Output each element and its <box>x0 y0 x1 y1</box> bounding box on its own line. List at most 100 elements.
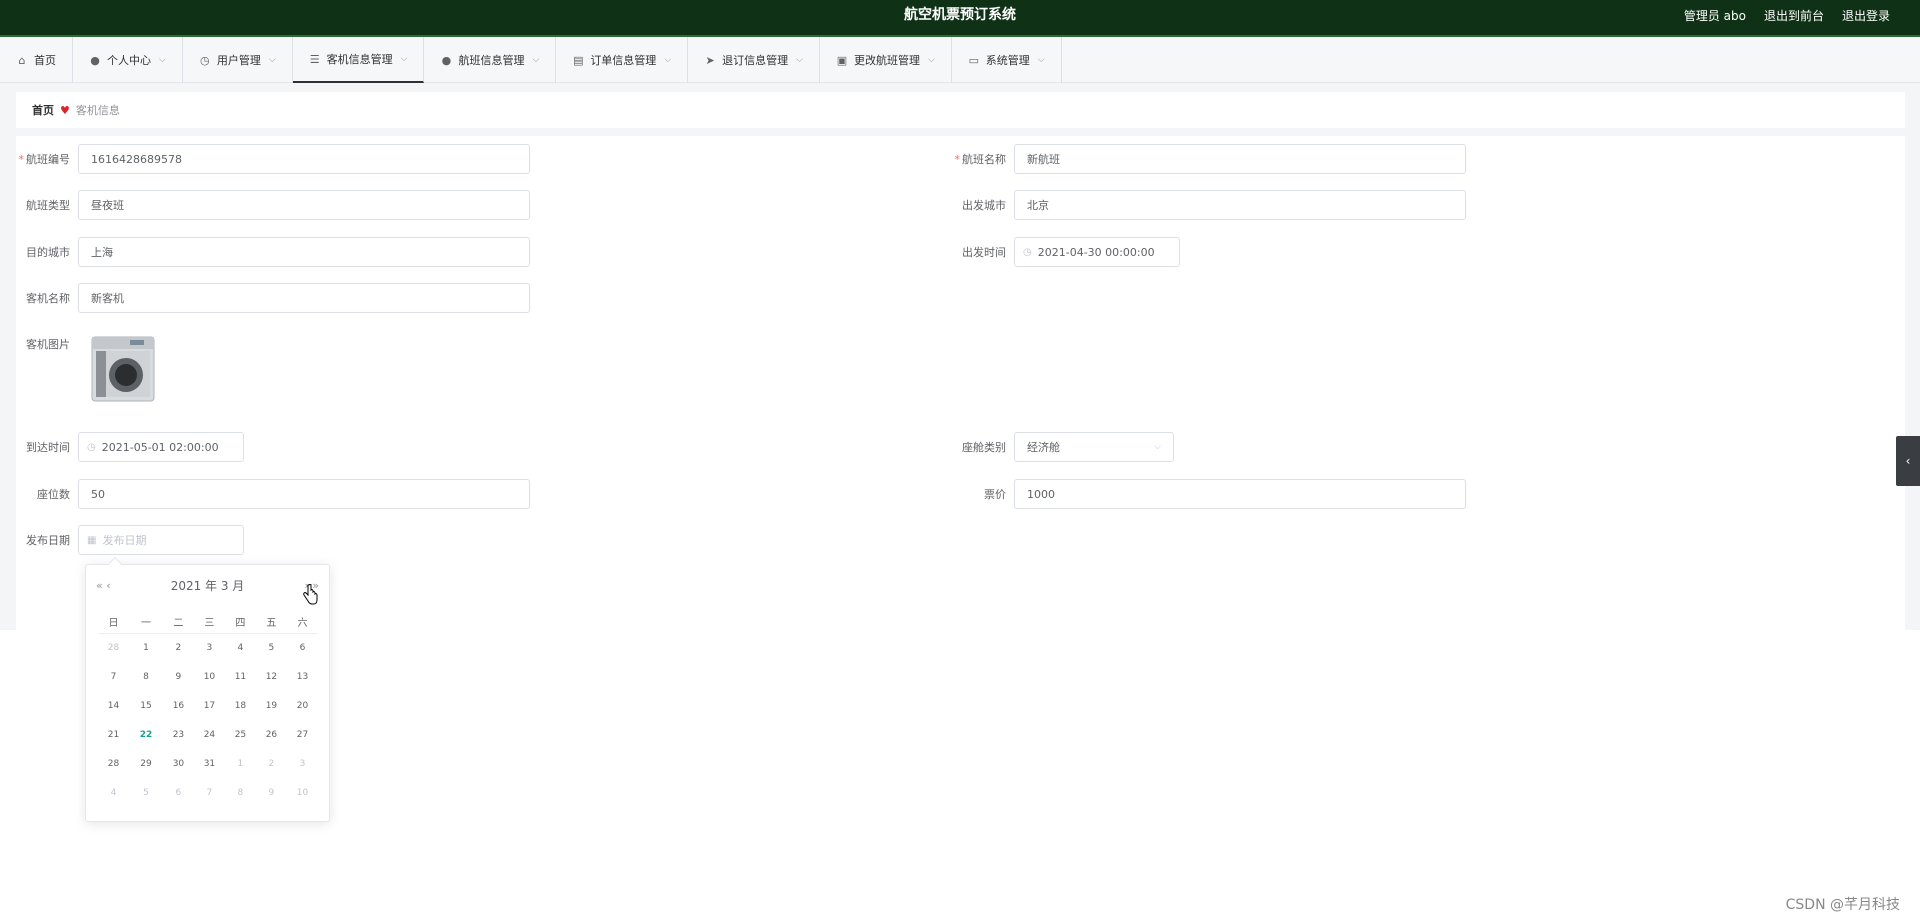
user-icon: ● <box>441 53 452 67</box>
menu-item-5[interactable]: ▤ 订单信息管理 ⌵ <box>556 37 689 83</box>
calendar-day[interactable]: 10 <box>287 778 318 807</box>
menu-item-3[interactable]: ☰ 客机信息管理 ⌵ <box>292 37 425 83</box>
calendar-day[interactable]: 3 <box>194 633 225 662</box>
calendar-day[interactable]: 27 <box>287 720 318 749</box>
cabin-class-select[interactable]: 经济舱 ⌵ <box>1014 432 1174 462</box>
menu-item-8[interactable]: ▭ 系统管理 ⌵ <box>952 37 1062 83</box>
menu-item-6[interactable]: ➤ 退订信息管理 ⌵ <box>688 37 820 83</box>
publish-date-picker[interactable]: ▦ 发布日期 <box>78 525 244 555</box>
cabin-class-field: 座舱类别 经济舱 ⌵ <box>952 432 1174 462</box>
calendar-day[interactable]: 29 <box>129 749 163 778</box>
calendar-day[interactable]: 23 <box>163 720 194 749</box>
calendar-day[interactable]: 15 <box>129 691 163 720</box>
calendar-day[interactable]: 30 <box>163 749 194 778</box>
top-header: 航空机票预订系统 管理员 abo 退出到前台 退出登录 <box>0 0 1920 37</box>
calendar-day[interactable]: 18 <box>225 691 256 720</box>
calendar-day[interactable]: 24 <box>194 720 225 749</box>
calendar-day[interactable]: 12 <box>256 662 287 691</box>
calendar-day[interactable]: 10 <box>194 662 225 691</box>
flight-type-input[interactable]: 昼夜班 <box>78 190 530 220</box>
price-input[interactable]: 1000 <box>1014 479 1466 509</box>
calendar-day[interactable]: 6 <box>287 633 318 662</box>
goto-front-link[interactable]: 退出到前台 <box>1764 7 1824 24</box>
dest-city-input[interactable]: 上海 <box>78 237 530 267</box>
depart-city-input[interactable]: 北京 <box>1014 190 1466 220</box>
clock-icon: ◷ <box>1023 246 1032 258</box>
logout-link[interactable]: 退出登录 <box>1842 7 1890 24</box>
calendar-week-row: 28 29 30 31 1 2 3 <box>98 749 318 778</box>
calendar-day[interactable]: 4 <box>98 778 129 807</box>
admin-user-label: 管理员 abo <box>1683 8 1746 23</box>
clipboard-icon: ▣ <box>836 53 848 67</box>
printer-icon: ▤ <box>573 53 584 67</box>
calendar-day[interactable]: 13 <box>287 662 318 691</box>
calendar-day[interactable]: 1 <box>225 749 256 778</box>
calendar-day[interactable]: 11 <box>225 662 256 691</box>
side-collapse-tab[interactable]: ‹ <box>1896 436 1920 486</box>
flight-no-value: 1616428689578 <box>91 152 182 166</box>
menu-item-label: 航班信息管理 <box>458 54 525 67</box>
calendar-day[interactable]: 6 <box>163 778 194 807</box>
breadcrumb-home[interactable]: 首页 <box>32 102 54 118</box>
plane-image-thumbnail[interactable] <box>90 333 156 403</box>
arrive-time-picker[interactable]: ◷ 2021-05-01 02:00:00 <box>78 432 244 462</box>
user-icon: ● <box>90 53 100 67</box>
price-value: 1000 <box>1027 487 1055 501</box>
calendar-day-today[interactable]: 22 <box>129 720 163 749</box>
calendar-day[interactable]: 16 <box>163 691 194 720</box>
flight-name-label: 航班名称 <box>962 153 1006 166</box>
dest-city-value: 上海 <box>91 246 113 259</box>
calendar-day[interactable]: 17 <box>194 691 225 720</box>
calendar-day[interactable]: 21 <box>98 720 129 749</box>
calendar-day[interactable]: 8 <box>225 778 256 807</box>
menu-item-0[interactable]: ⌂ 首页 <box>0 37 73 83</box>
prev-year-button[interactable]: « <box>96 579 103 592</box>
calendar-day[interactable]: 2 <box>163 633 194 662</box>
calendar-week-row: 7 8 9 10 11 12 13 <box>98 662 318 691</box>
app-title: 航空机票预订系统 <box>904 7 1016 23</box>
calendar-icon: ▦ <box>87 534 97 546</box>
flight-no-input[interactable]: 1616428689578 <box>78 144 530 174</box>
calendar-day[interactable]: 4 <box>225 633 256 662</box>
calendar-week-row: 14 15 16 17 18 19 20 <box>98 691 318 720</box>
plane-name-input[interactable]: 新客机 <box>78 283 530 313</box>
menu-item-4[interactable]: ● 航班信息管理 ⌵ <box>424 37 557 83</box>
calendar-day[interactable]: 3 <box>287 749 318 778</box>
calendar-day[interactable]: 7 <box>98 662 129 691</box>
menu-item-1[interactable]: ● 个人中心 ⌵ <box>73 37 183 83</box>
calendar-week-row: 4 5 6 7 8 9 10 <box>98 778 318 807</box>
date-picker-month-label[interactable]: 2021 年 3 月 <box>171 577 245 594</box>
flight-name-input[interactable]: 新航班 <box>1014 144 1466 174</box>
date-picker-popup: « ‹ 2021 年 3 月 › » 日一二三四五六 28 1 2 3 4 5 6 7 8 9 10… <box>85 556 330 822</box>
calendar-day[interactable]: 28 <box>98 749 129 778</box>
menu-item-2[interactable]: ◷ 用户管理 ⌵ <box>183 37 293 83</box>
calendar-day[interactable]: 7 <box>194 778 225 807</box>
chat-icon: ▭ <box>968 53 979 67</box>
seats-input[interactable]: 50 <box>78 479 530 509</box>
depart-time-field: 出发时间 ◷ 2021-04-30 00:00:00 <box>952 237 1180 267</box>
chevron-left-icon: ‹ <box>1905 454 1911 468</box>
calendar-day[interactable]: 9 <box>256 778 287 807</box>
calendar-day[interactable]: 20 <box>287 691 318 720</box>
calendar-day[interactable]: 2 <box>256 749 287 778</box>
calendar-day[interactable]: 9 <box>163 662 194 691</box>
depart-time-picker[interactable]: ◷ 2021-04-30 00:00:00 <box>1014 237 1180 267</box>
calendar-day[interactable]: 5 <box>256 633 287 662</box>
menu-item-label: 更改航班管理 <box>853 54 920 67</box>
flight-type-value: 昼夜班 <box>91 199 124 212</box>
calendar-day[interactable]: 19 <box>256 691 287 720</box>
heart-icon: ♥ <box>60 103 70 117</box>
calendar-day[interactable]: 14 <box>98 691 129 720</box>
calendar-day[interactable]: 28 <box>98 633 129 662</box>
menu-item-label: 用户管理 <box>216 54 261 67</box>
calendar-day[interactable]: 5 <box>129 778 163 807</box>
seats-label: 座位数 <box>37 488 70 501</box>
calendar-day[interactable]: 31 <box>194 749 225 778</box>
prev-month-button[interactable]: ‹ <box>106 579 110 592</box>
calendar-day[interactable]: 25 <box>225 720 256 749</box>
calendar-day[interactable]: 1 <box>129 633 163 662</box>
calendar-day[interactable]: 26 <box>256 720 287 749</box>
calendar-day[interactable]: 8 <box>129 662 163 691</box>
plane-name-field: 客机名称 新客机 <box>16 283 530 313</box>
menu-item-7[interactable]: ▣ 更改航班管理 ⌵ <box>820 37 952 83</box>
